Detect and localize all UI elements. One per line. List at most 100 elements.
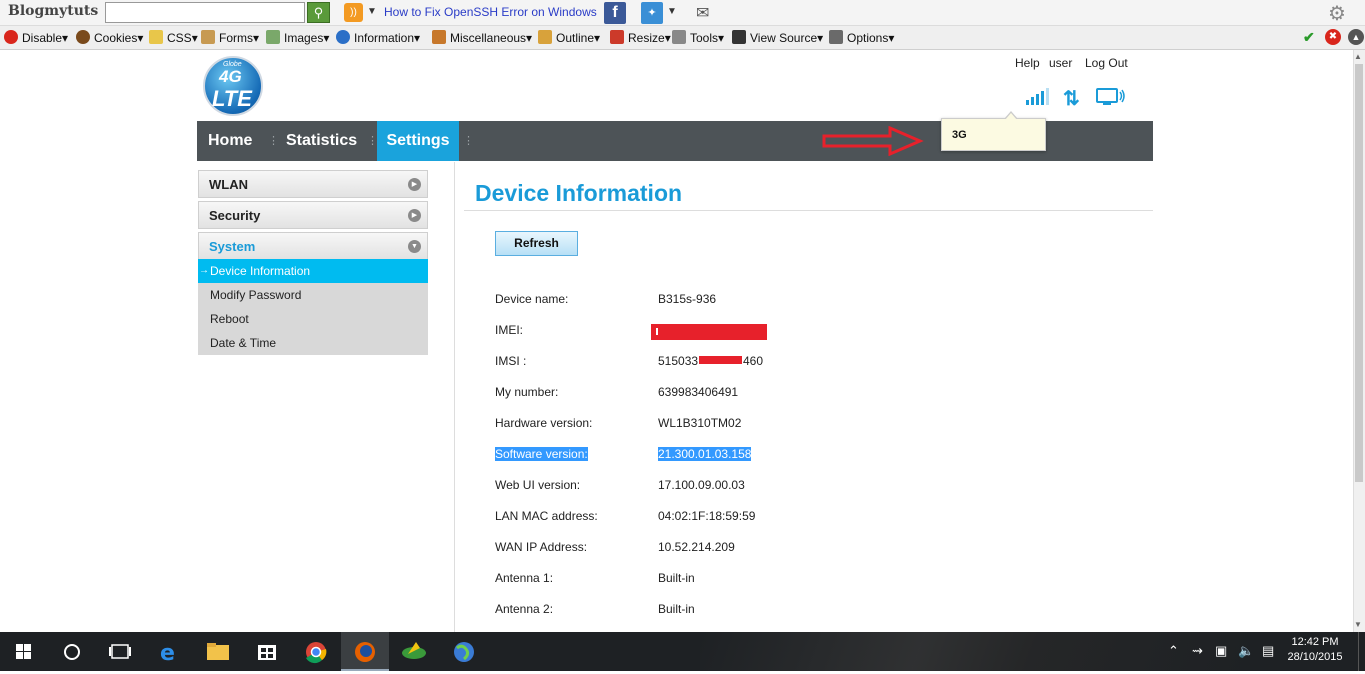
forms-icon bbox=[201, 30, 215, 44]
resize-icon bbox=[610, 30, 624, 44]
dev-information-menu[interactable]: Information▾ bbox=[336, 30, 420, 45]
scrollbar-thumb[interactable] bbox=[1355, 64, 1363, 482]
dev-forms-menu[interactable]: Forms▾ bbox=[201, 30, 259, 45]
css-wand-icon bbox=[149, 30, 163, 44]
tab-statistics[interactable]: Statistics bbox=[286, 121, 357, 161]
information-icon bbox=[336, 30, 350, 44]
view-source-icon bbox=[732, 30, 746, 44]
clock-time: 12:42 PM bbox=[1291, 636, 1339, 648]
twitter-dropdown-icon[interactable]: ▼ bbox=[667, 6, 677, 17]
dev-cookies-menu[interactable]: Cookies▾ bbox=[76, 30, 143, 45]
tab-home[interactable]: Home bbox=[208, 121, 252, 161]
windows-logo-icon bbox=[16, 644, 31, 659]
folder-icon bbox=[207, 643, 229, 660]
scroll-up-icon[interactable]: ▲ bbox=[1354, 52, 1362, 61]
chrome-button[interactable] bbox=[292, 632, 340, 671]
dev-disable-menu[interactable]: Disable▾ bbox=[4, 30, 68, 45]
active-arrow-icon: → bbox=[199, 265, 209, 276]
disable-icon bbox=[4, 30, 18, 44]
imsi-label: IMSI : bbox=[495, 354, 527, 368]
edge-button[interactable]: e bbox=[146, 632, 194, 671]
svg-text:e: e bbox=[160, 641, 175, 666]
dev-images-menu[interactable]: Images▾ bbox=[266, 30, 329, 45]
taskbar-clock[interactable]: 12:42 PM 28/10/2015 bbox=[1284, 635, 1346, 665]
task-view-button[interactable] bbox=[96, 632, 144, 671]
sidebar-menu-security[interactable]: Security ▶ bbox=[198, 201, 428, 229]
globe-app-button[interactable] bbox=[440, 632, 488, 671]
dev-outline-menu[interactable]: Outline▾ bbox=[538, 30, 600, 45]
browser-toolbar: Blogmytuts ⚲ )) ▼ How to Fix OpenSSH Err… bbox=[0, 0, 1365, 26]
mail-icon[interactable]: ✉ bbox=[696, 3, 709, 23]
gear-icon[interactable]: ⚙ bbox=[1328, 1, 1346, 26]
store-button[interactable] bbox=[243, 632, 291, 671]
facebook-icon[interactable]: f bbox=[604, 2, 626, 24]
validation-ok-icon[interactable]: ✔ bbox=[1303, 29, 1315, 46]
web-developer-toolbar: Disable▾ Cookies▾ CSS▾ Forms▾ Images▾ In… bbox=[0, 26, 1365, 50]
search-cortana-button[interactable] bbox=[48, 632, 96, 671]
hardware-version-value: WL1B310TM02 bbox=[658, 416, 742, 430]
clock-date: 28/10/2015 bbox=[1287, 651, 1343, 663]
rss-dropdown-icon[interactable]: ▼ bbox=[367, 6, 377, 17]
dev-options-menu[interactable]: Options▾ bbox=[829, 30, 894, 45]
hardware-version-label: Hardware version: bbox=[495, 416, 593, 430]
sidebar-item-device-information[interactable]: Device Information bbox=[198, 259, 428, 283]
imei-label: IMEI: bbox=[495, 323, 524, 337]
store-bag-icon bbox=[258, 645, 276, 660]
refresh-button[interactable]: Refresh bbox=[495, 231, 578, 256]
error-icon[interactable]: ✖ bbox=[1325, 29, 1341, 45]
file-explorer-button[interactable] bbox=[194, 632, 242, 671]
dev-view-source-menu[interactable]: View Source▾ bbox=[732, 30, 823, 45]
signal-strength-icon[interactable] bbox=[1026, 87, 1052, 105]
sidebar-item-modify-password[interactable]: Modify Password bbox=[198, 283, 428, 307]
sidebar-item-date-time[interactable]: Date & Time bbox=[198, 331, 428, 355]
firefox-button[interactable] bbox=[341, 632, 389, 671]
tray-chevron-up-icon[interactable]: ⌃ bbox=[1168, 643, 1179, 659]
help-link[interactable]: Help bbox=[1015, 56, 1040, 70]
task-view-icon bbox=[109, 644, 131, 659]
data-transfer-icon[interactable]: ⇅ bbox=[1063, 86, 1080, 111]
volume-icon[interactable]: 🔈 bbox=[1238, 643, 1254, 659]
dev-css-menu[interactable]: CSS▾ bbox=[149, 30, 198, 45]
sidebar-menu-wlan[interactable]: WLAN ▶ bbox=[198, 170, 428, 198]
globe-icon bbox=[454, 642, 474, 662]
rss-icon[interactable]: )) bbox=[344, 3, 363, 22]
tab-settings[interactable]: Settings bbox=[377, 121, 459, 161]
connected-device-icon[interactable] bbox=[1096, 88, 1126, 108]
cookie-icon bbox=[76, 30, 90, 44]
images-icon bbox=[266, 30, 280, 44]
start-button[interactable] bbox=[0, 632, 48, 671]
toolbar-search-input[interactable] bbox=[105, 2, 305, 23]
sidebar-menu-system[interactable]: System ▼ bbox=[198, 232, 428, 260]
collapse-toolbar-icon[interactable]: ▲ bbox=[1348, 29, 1364, 45]
network-type-tooltip: 3G bbox=[941, 111, 1046, 151]
antenna-1-value: Built-in bbox=[658, 571, 695, 585]
imsi-value-suffix: 460 bbox=[743, 354, 764, 368]
show-desktop-button[interactable] bbox=[1358, 632, 1365, 671]
sidebar-item-reboot[interactable]: Reboot bbox=[198, 307, 428, 331]
imsi-redaction bbox=[699, 356, 742, 364]
network-icon[interactable]: ▣ bbox=[1215, 643, 1227, 659]
web-ui-version-label: Web UI version: bbox=[495, 478, 581, 492]
dev-resize-menu[interactable]: Resize▾ bbox=[610, 30, 671, 45]
action-center-icon[interactable]: ▤ bbox=[1262, 643, 1274, 659]
dev-tools-menu[interactable]: Tools▾ bbox=[672, 30, 724, 45]
software-version-value: 21.300.01.03.158 bbox=[658, 447, 752, 461]
cortana-circle-icon bbox=[64, 644, 80, 660]
toolbar-article-link[interactable]: How to Fix OpenSSH Error on Windows bbox=[384, 5, 597, 19]
dev-miscellaneous-menu[interactable]: Miscellaneous▾ bbox=[432, 30, 532, 45]
user-link[interactable]: user bbox=[1049, 56, 1072, 70]
logout-link[interactable]: Log Out bbox=[1085, 56, 1128, 70]
scroll-down-icon[interactable]: ▼ bbox=[1354, 620, 1362, 629]
wifi-icon[interactable]: ⇝ bbox=[1192, 643, 1203, 659]
red-arrow-annotation bbox=[822, 126, 924, 156]
imsi-value-prefix: 515033 bbox=[658, 354, 699, 368]
imei-redaction bbox=[651, 324, 767, 340]
app-button-green[interactable] bbox=[390, 632, 438, 671]
firefox-icon bbox=[355, 642, 375, 662]
outline-pencil-icon bbox=[538, 30, 552, 44]
lan-mac-address-label: LAN MAC address: bbox=[495, 509, 598, 523]
edge-icon: e bbox=[160, 641, 175, 666]
network-type-text: 3G bbox=[952, 129, 967, 141]
twitter-icon[interactable]: ✦ bbox=[641, 2, 663, 24]
search-go-icon[interactable]: ⚲ bbox=[307, 2, 330, 23]
